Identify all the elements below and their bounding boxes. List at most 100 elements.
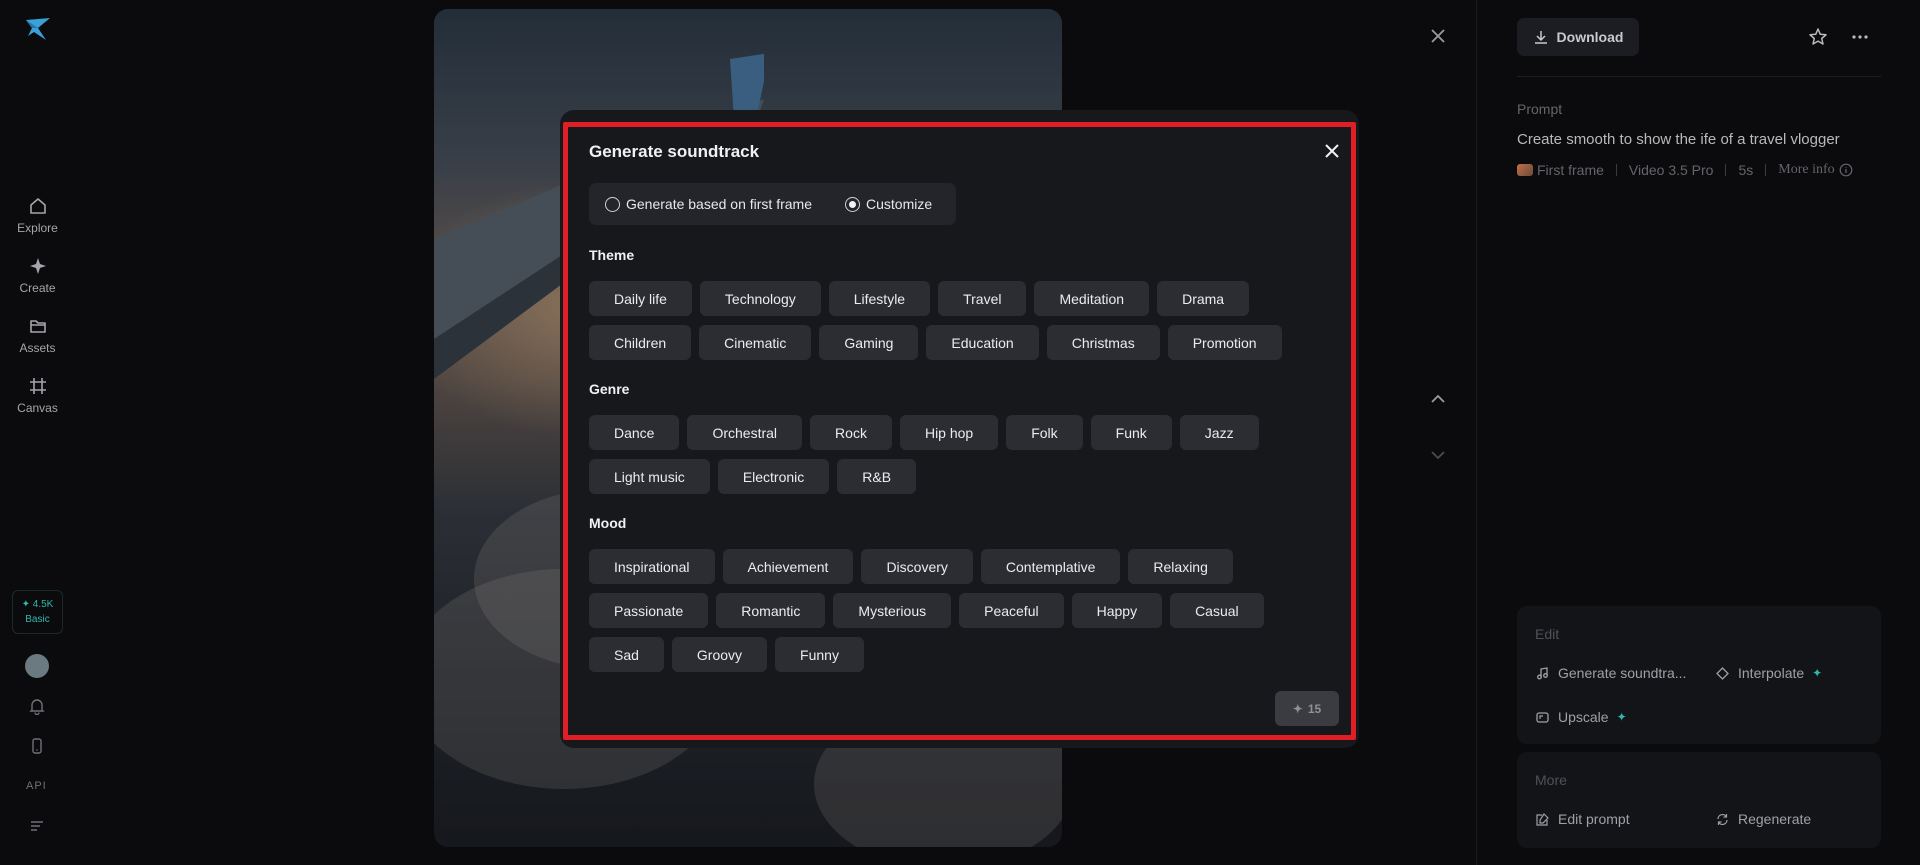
more-options-icon[interactable]	[1849, 26, 1871, 48]
menu-icon[interactable]	[28, 817, 46, 835]
genre-chip[interactable]: Electronic	[717, 459, 830, 494]
credits-plan: Basic	[25, 614, 50, 625]
more-info-link[interactable]: More info	[1778, 162, 1834, 178]
mood-chip[interactable]: Passionate	[589, 593, 709, 628]
genre-chip[interactable]: Folk	[1006, 415, 1083, 450]
generate-button[interactable]: ✦ 15	[1275, 691, 1339, 726]
sparkle-icon: ✦	[1812, 666, 1823, 680]
close-icon[interactable]	[1322, 141, 1342, 161]
nav-label: Explore	[17, 221, 58, 235]
more-card: More Edit prompt Regenerate	[1517, 752, 1881, 848]
mood-chip[interactable]: Funny	[775, 637, 864, 672]
mood-chip[interactable]: Sad	[589, 637, 664, 672]
chevron-up-icon[interactable]	[1428, 389, 1448, 409]
prompt-label: Prompt	[1517, 101, 1563, 117]
genre-chip[interactable]: Jazz	[1179, 415, 1259, 450]
radio-label: Customize	[866, 196, 933, 212]
nav-assets[interactable]: Assets	[0, 316, 75, 355]
theme-chip[interactable]: Drama	[1157, 281, 1250, 316]
theme-chip[interactable]: Christmas	[1046, 325, 1160, 360]
generate-soundtrack-dialog: Generate soundtrack Generate based on fi…	[563, 122, 1356, 740]
mood-chip[interactable]: Groovy	[671, 637, 768, 672]
theme-chip[interactable]: Technology	[699, 281, 821, 316]
folder-icon	[29, 320, 46, 333]
app-logo[interactable]	[24, 16, 52, 44]
mood-chip[interactable]: Peaceful	[959, 593, 1064, 628]
theme-chip[interactable]: Lifestyle	[828, 281, 931, 316]
api-link[interactable]: API	[26, 780, 47, 792]
home-icon	[29, 198, 46, 214]
theme-chip[interactable]: Cinematic	[699, 325, 812, 360]
theme-chip[interactable]: Promotion	[1167, 325, 1282, 360]
nav-create[interactable]: Create	[0, 256, 75, 295]
more-card-title: More	[1535, 772, 1567, 788]
generate-soundtrack-label: Generate soundtra...	[1558, 665, 1687, 681]
prompt-text: Create smooth to show the ife of a trave…	[1517, 131, 1840, 148]
theme-chips-row-2: Children Cinematic Gaming Education Christma…	[589, 325, 1282, 360]
sparkle-icon: ✦	[1616, 710, 1627, 724]
mood-chips-row-1: Inspirational Achievement Discovery Contemp…	[589, 549, 1233, 584]
mood-chip[interactable]: Inspirational	[589, 549, 715, 584]
radio-customize[interactable]: Customize	[845, 196, 932, 212]
divider	[1517, 76, 1881, 77]
nav-explore[interactable]: Explore	[0, 196, 75, 235]
edit-prompt-label: Edit prompt	[1558, 811, 1630, 827]
theme-chip[interactable]: Daily life	[589, 281, 692, 316]
genre-chip[interactable]: Orchestral	[687, 415, 803, 450]
genre-chip[interactable]: Dance	[589, 415, 680, 450]
mood-chip[interactable]: Discovery	[861, 549, 973, 584]
generate-cost: 15	[1307, 701, 1322, 716]
theme-chip[interactable]: Travel	[938, 281, 1027, 316]
info-icon[interactable]	[1839, 163, 1853, 177]
radio-circle	[605, 196, 620, 212]
theme-chip[interactable]: Children	[589, 325, 692, 360]
download-label: Download	[1556, 29, 1624, 45]
mood-chips-row-2: Passionate Romantic Mysterious Peaceful Happ…	[589, 593, 1264, 628]
mood-chip[interactable]: Romantic	[716, 593, 826, 628]
mood-chip[interactable]: Relaxing	[1128, 549, 1233, 584]
star-icon[interactable]	[1807, 26, 1829, 48]
mood-chip[interactable]: Achievement	[722, 549, 854, 584]
meta-first-frame[interactable]: First frame	[1537, 162, 1604, 178]
regenerate-icon	[1717, 813, 1728, 825]
theme-label: Theme	[589, 247, 635, 263]
theme-chips-row-1: Daily life Technology Lifestyle Travel Medit…	[589, 281, 1250, 316]
generation-meta: First frame Video 3.5 Pro 5s More info	[1517, 162, 1853, 178]
regenerate-button[interactable]: Regenerate	[1715, 811, 1811, 827]
download-button[interactable]: Download	[1517, 18, 1639, 56]
edit-card-title: Edit	[1535, 626, 1560, 642]
genre-chip[interactable]: Light music	[589, 459, 710, 494]
genre-chip[interactable]: Hip hop	[899, 415, 999, 450]
mood-label: Mood	[589, 515, 627, 531]
edit-prompt-button[interactable]: Edit prompt	[1535, 811, 1630, 827]
generate-soundtrack-button[interactable]: Generate soundtra...	[1535, 665, 1686, 681]
mood-chip[interactable]: Happy	[1071, 593, 1163, 628]
upscale-icon	[1536, 711, 1549, 723]
theme-chip[interactable]: Meditation	[1034, 281, 1150, 316]
close-icon[interactable]	[1428, 26, 1448, 46]
avatar[interactable]	[25, 654, 49, 678]
details-panel: Download Prompt Create smooth to show th…	[1476, 0, 1920, 865]
nav-canvas[interactable]: Canvas	[0, 376, 75, 415]
theme-chip[interactable]: Gaming	[819, 325, 919, 360]
upscale-button[interactable]: Upscale ✦	[1535, 709, 1627, 725]
genre-chip[interactable]: Rock	[810, 415, 892, 450]
mood-chips-row-3: Sad Groovy Funny	[589, 637, 864, 672]
mood-chip[interactable]: Casual	[1170, 593, 1264, 628]
chevron-down-icon[interactable]	[1428, 445, 1448, 465]
credits-badge[interactable]: ✦ 4.5K Basic	[12, 590, 63, 634]
sparkle-icon: ✦	[1292, 701, 1303, 716]
mood-chip[interactable]: Contemplative	[980, 549, 1121, 584]
theme-chip[interactable]: Education	[926, 325, 1039, 360]
genre-chip[interactable]: R&B	[837, 459, 917, 494]
mobile-icon[interactable]	[28, 737, 46, 755]
bell-icon[interactable]	[28, 697, 46, 715]
mood-chip[interactable]: Mysterious	[833, 593, 952, 628]
edit-card: Edit Generate soundtra... Interpolate ✦ …	[1517, 606, 1881, 744]
interpolate-button[interactable]: Interpolate ✦	[1715, 665, 1822, 681]
source-mode-selector: Generate based on first frame Customize	[589, 183, 956, 225]
genre-chip[interactable]: Funk	[1090, 415, 1172, 450]
nav-label: Canvas	[17, 401, 58, 415]
radio-first-frame[interactable]: Generate based on first frame	[605, 196, 812, 212]
genre-chips-row-1: Dance Orchestral Rock Hip hop Folk Funk Jazz	[589, 415, 1259, 450]
